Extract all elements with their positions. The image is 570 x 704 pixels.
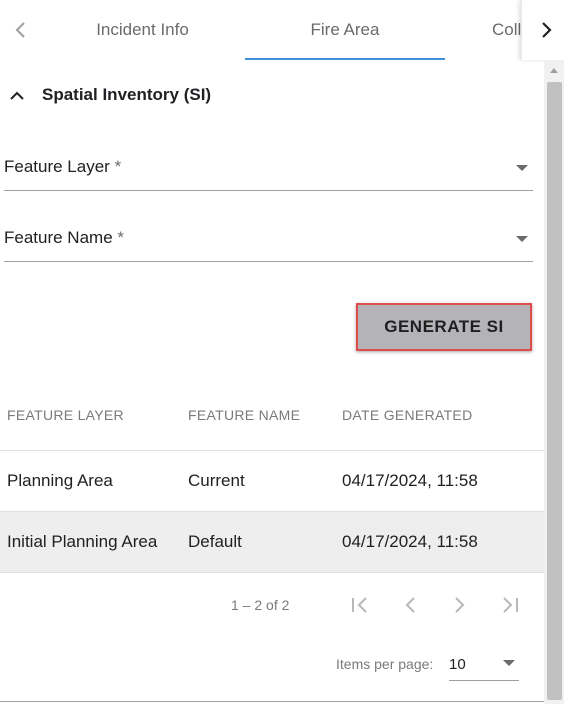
tab-label: Fire Area (310, 20, 380, 39)
cell-date-generated: 04/17/2024, 11:58 (342, 532, 478, 551)
first-page-icon (352, 597, 367, 613)
table-row[interactable]: Planning Area Current 04/17/2024, 11:58 (0, 451, 544, 512)
table-row[interactable]: Initial Planning Area Default 04/17/2024… (0, 512, 544, 573)
cell-date-generated: 04/17/2024, 11:58 (342, 471, 478, 490)
tab-bar: Incident Info Fire Area Coll (0, 0, 570, 60)
tab-scroll-left-button[interactable] (0, 0, 40, 60)
section-title: Spatial Inventory (SI) (42, 85, 212, 104)
previous-page-button[interactable] (398, 593, 422, 617)
caret-down-icon (516, 236, 528, 242)
tab-scroll-right-button[interactable] (521, 0, 570, 60)
chevron-right-icon (455, 597, 465, 613)
first-page-button[interactable] (348, 593, 372, 617)
tab-label: Coll (492, 20, 522, 39)
triangle-up-icon (550, 67, 558, 73)
vertical-scrollbar[interactable] (544, 60, 564, 704)
tab-coll[interactable]: Coll (468, 0, 528, 60)
chevron-left-icon (405, 597, 415, 613)
feature-layer-select[interactable]: Feature Layer * (4, 154, 533, 191)
required-marker: * (114, 157, 122, 176)
next-page-button[interactable] (448, 593, 472, 617)
items-per-page-value: 10 (449, 656, 466, 673)
caret-down-icon (503, 660, 515, 666)
fire-area-panel: Spatial Inventory (SI) Feature Layer * F… (0, 60, 544, 704)
last-page-icon (503, 597, 518, 613)
feature-name-label: Feature Name * (4, 228, 125, 247)
feature-layer-label: Feature Layer * (4, 157, 122, 176)
window-edge (564, 60, 570, 704)
last-page-button[interactable] (498, 593, 522, 617)
si-table: FEATURE LAYER FEATURE NAME DATE GENERATE… (0, 385, 544, 573)
generate-si-label: GENERATE SI (384, 317, 504, 336)
generate-si-button[interactable]: GENERATE SI (356, 303, 532, 351)
scroll-up-button[interactable] (544, 60, 564, 80)
cell-feature-name: Current (188, 471, 245, 490)
table-header: FEATURE LAYER FEATURE NAME DATE GENERATE… (0, 385, 544, 451)
tab-fire-area[interactable]: Fire Area (245, 0, 445, 60)
cell-feature-layer: Planning Area (7, 471, 113, 490)
chevron-right-icon (541, 22, 552, 38)
column-header-feature-name[interactable]: FEATURE NAME (188, 407, 300, 423)
paginator-range-label: 1 – 2 of 2 (231, 597, 290, 613)
tab-label: Incident Info (96, 20, 189, 39)
feature-name-select[interactable]: Feature Name * (4, 225, 533, 262)
divider (0, 701, 544, 702)
column-header-feature-layer[interactable]: FEATURE LAYER (7, 407, 124, 423)
cell-feature-name: Default (188, 532, 242, 551)
items-per-page-label: Items per page: (336, 656, 434, 672)
tab-incident-info[interactable]: Incident Info (40, 0, 245, 60)
chevron-up-icon (10, 91, 24, 100)
chevron-left-icon (15, 22, 25, 38)
scrollbar-thumb[interactable] (547, 82, 562, 700)
caret-down-icon (516, 165, 528, 171)
column-header-date-generated[interactable]: DATE GENERATED (342, 407, 472, 423)
section-header-spatial-inventory[interactable]: Spatial Inventory (SI) (8, 85, 211, 105)
cell-feature-layer: Initial Planning Area (7, 532, 158, 551)
items-per-page-select[interactable]: 10 (449, 650, 519, 681)
required-marker: * (117, 228, 125, 247)
